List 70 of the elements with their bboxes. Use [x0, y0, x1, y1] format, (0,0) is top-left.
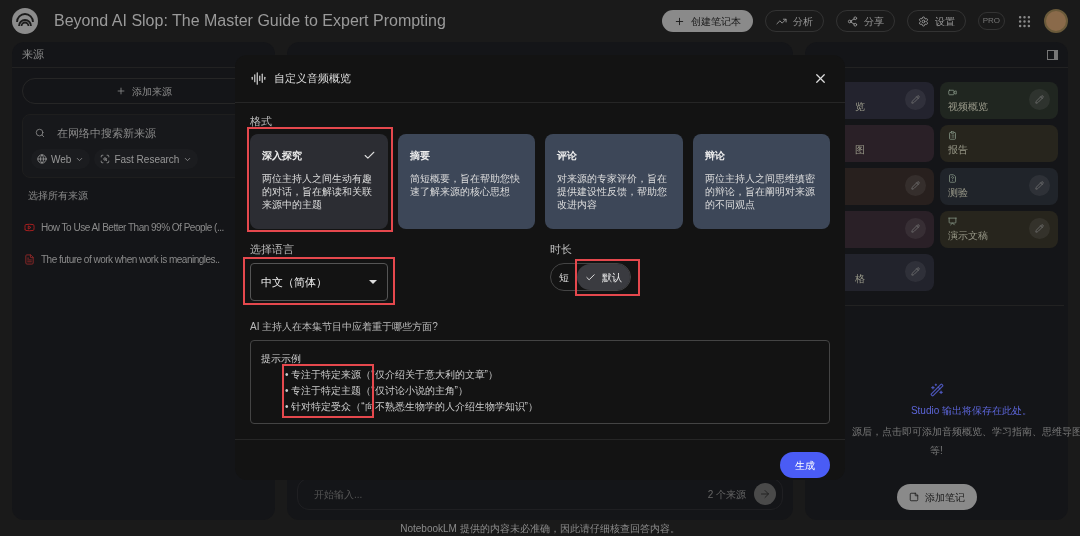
tile-label: 报告 — [947, 142, 969, 157]
search-field[interactable]: 在网络中搜索新来源 — [57, 124, 252, 142]
empty-title: Studio 输出将保存在此处。 — [909, 404, 1033, 418]
select-all-label: 选择所有来源 — [27, 189, 89, 203]
document-icon — [24, 253, 35, 265]
format-card[interactable]: 评论 对来源的专家评价，旨在提供建设性反馈，帮助您改进内容 — [545, 133, 683, 229]
send-button[interactable] — [754, 483, 776, 505]
edit-pencil-icon[interactable] — [1029, 175, 1050, 196]
play-icon — [24, 221, 35, 233]
tile-label: 览 — [854, 100, 866, 114]
edit-pencil-icon[interactable] — [1029, 218, 1050, 239]
magic-wand-icon — [929, 383, 944, 397]
section-label: 选择语言 — [250, 241, 295, 257]
globe-icon — [37, 154, 47, 164]
edit-pencil-icon[interactable] — [904, 89, 926, 110]
arrow-right-icon — [759, 488, 771, 500]
studio-tile[interactable]: 测验 — [939, 168, 1058, 205]
empty-text: 等! — [930, 444, 943, 458]
edit-pencil-icon[interactable] — [904, 175, 926, 196]
section-label: 时长 — [550, 241, 573, 257]
tile-label: 格 — [854, 272, 866, 286]
disclaimer-text: NotebookLM 提供的内容未必准确，因此请仔细核查回答内容。 — [400, 521, 680, 536]
plus-icon — [115, 86, 126, 96]
source-item[interactable]: How To Use AI Better Than 99% Of People (... — [22, 211, 226, 243]
length-option[interactable]: 默认 — [577, 264, 630, 290]
edit-pencil-icon[interactable] — [904, 261, 926, 282]
audio-wave-icon — [251, 71, 266, 86]
tile-icon — [947, 87, 957, 97]
research-icon — [100, 154, 111, 164]
plus-icon — [673, 15, 685, 27]
add-note-button[interactable]: 添加笔记 — [896, 484, 977, 510]
filter-chip[interactable]: Fast Research — [94, 149, 199, 169]
note-icon — [908, 492, 919, 502]
language-dropdown[interactable]: 中文（简体） — [250, 263, 388, 301]
format-card[interactable]: 深入探究 两位主持人之间生动有趣的对话，旨在解读和关联来源中的主题 — [250, 133, 388, 229]
tile-icon — [947, 216, 957, 226]
dialog-title: 自定义音频概览 — [274, 71, 351, 87]
share-icon — [846, 15, 858, 27]
tile-label: 演示文稿 — [947, 228, 989, 243]
edit-pencil-icon[interactable] — [904, 218, 926, 239]
source-count: 2 个来源 — [707, 487, 746, 502]
format-card[interactable]: 辩论 两位主持人之间思维缜密的辩论，旨在阐明对来源的不同观点 — [692, 133, 830, 229]
tile-label: 图 — [854, 143, 866, 157]
dropdown-caret-icon — [369, 280, 377, 284]
tile-label: 视频概览 — [947, 99, 989, 114]
logo-icon[interactable] — [12, 8, 38, 34]
panel-toggle-icon[interactable] — [1047, 49, 1058, 60]
panel-title: 来源 — [22, 47, 44, 63]
tile-label: 测验 — [947, 185, 969, 200]
tile-icon — [947, 130, 957, 140]
empty-text: 源后，点击即可添加音频概览、学习指南、思维导图 — [850, 425, 1080, 439]
settings-icon — [917, 15, 929, 27]
generate-button[interactable]: 生成 — [780, 452, 830, 478]
section-label: 格式 — [250, 114, 273, 129]
focus-question: AI 主持人在本集节目中应着重于哪些方面? — [250, 320, 439, 334]
search-icon — [35, 128, 45, 138]
notebook-title: Beyond AI Slop: The Master Guide to Expert Prompting — [54, 11, 446, 31]
edit-pencil-icon[interactable] — [1029, 89, 1050, 110]
studio-tile[interactable]: 演示文稿 — [939, 211, 1058, 248]
apps-grid-icon[interactable] — [1017, 13, 1032, 29]
create-notebook-button[interactable]: 创建笔记本 — [661, 10, 753, 32]
length-option[interactable]: 短 — [551, 264, 577, 290]
filter-chip[interactable]: Web — [31, 149, 91, 169]
tile-icon — [947, 173, 957, 183]
source-item[interactable]: The future of work when work is meaningles.. — [22, 243, 222, 275]
avatar[interactable] — [1044, 9, 1068, 33]
studio-tile[interactable]: 视频概览 — [939, 82, 1058, 119]
format-card[interactable]: 摘要 简短概要，旨在帮助您快速了解来源的核心思想 — [397, 133, 535, 229]
studio-tile[interactable]: 报告 — [939, 125, 1058, 162]
check-icon — [585, 271, 596, 283]
